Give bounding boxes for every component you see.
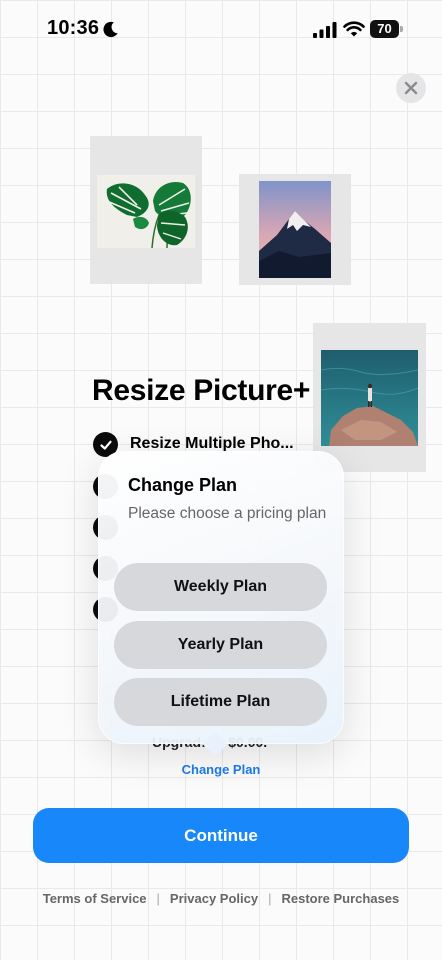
photo-frame-sea: [313, 323, 426, 472]
photo-frame-plant: [90, 136, 202, 284]
status-time: 10:36: [47, 17, 100, 39]
plant-image: [97, 175, 195, 248]
footer: Terms of Service | Privacy Policy | Rest…: [0, 891, 442, 906]
battery-icon: 70: [370, 20, 404, 38]
weekly-plan-button[interactable]: Weekly Plan: [114, 563, 327, 611]
privacy-policy-link[interactable]: Privacy Policy: [170, 891, 258, 906]
continue-button[interactable]: Continue: [33, 808, 409, 863]
moon-icon: [103, 21, 118, 38]
photo-frame-mountain: [239, 174, 351, 285]
signal-icon: [313, 22, 337, 38]
close-icon: [404, 81, 418, 95]
restore-purchases-link[interactable]: Restore Purchases: [281, 891, 399, 906]
yearly-plan-button[interactable]: Yearly Plan: [114, 621, 327, 669]
app-title: Resize Picture+: [92, 374, 311, 407]
popover-title: Change Plan: [128, 475, 238, 495]
change-plan-popover: Change Plan Please choose a pricing plan…: [98, 451, 344, 744]
footer-separator: |: [268, 891, 272, 906]
terms-of-service-link[interactable]: Terms of Service: [43, 891, 147, 906]
popover-subtitle: Please choose a pricing plan: [128, 505, 327, 522]
close-button[interactable]: [396, 73, 426, 103]
lifetime-plan-button[interactable]: Lifetime Plan: [114, 678, 327, 726]
change-plan-link[interactable]: Change Plan: [0, 762, 442, 777]
battery-level: 70: [370, 20, 399, 38]
mountain-image: [259, 181, 331, 278]
footer-separator: |: [156, 891, 160, 906]
status-bar: 10:36 70: [0, 0, 442, 60]
sea-image: [321, 350, 418, 446]
wifi-icon: [343, 21, 365, 37]
